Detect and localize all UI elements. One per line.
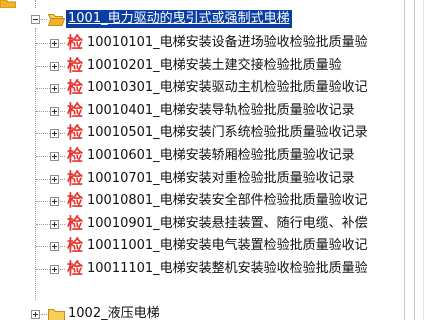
folder-icon [48, 308, 65, 320]
tree-node-label[interactable]: 10010901_电梯安装悬挂装置、随行电缆、补偿 [85, 215, 370, 233]
tree-node-label[interactable]: 10010601_电梯安装轿厢检验批质量验收记录 [85, 147, 357, 165]
tree-node-child[interactable]: 检 10010601_电梯安装轿厢检验批质量验收记录 [50, 145, 357, 167]
folder-icon [0, 0, 17, 9]
expand-toggle[interactable] [31, 309, 40, 319]
inspection-icon: 检 [66, 33, 83, 52]
tree-node-child[interactable]: 检 10011101_电梯安装整机安装验收检验批质量验 [50, 258, 370, 280]
expand-toggle[interactable] [50, 151, 59, 161]
inspection-icon: 检 [66, 214, 83, 233]
tree-node-label[interactable]: 10011101_电梯安装整机安装验收检验批质量验 [85, 260, 370, 278]
tree-node-1002[interactable]: 1002_液压电梯 [31, 303, 162, 320]
inspection-icon: 检 [66, 146, 83, 165]
inspection-icon: 检 [66, 56, 83, 75]
inspection-icon: 检 [66, 259, 83, 278]
folder-open-icon [48, 13, 65, 26]
expand-toggle[interactable] [50, 83, 59, 93]
tree-node-label[interactable]: 10010201_电梯安装土建交接检验批质量验 [85, 57, 344, 75]
expand-toggle[interactable] [50, 38, 59, 48]
inspection-icon: 检 [66, 191, 83, 210]
tree-node-label[interactable]: 10010401_电梯安装导轨检验批质量验收记录 [85, 102, 357, 120]
collapse-toggle[interactable] [31, 14, 40, 24]
tree-node-label[interactable]: 10011001_电梯安装电气装置检验批质量验收记 [85, 237, 370, 255]
tree-node-child[interactable]: 检 10010101_电梯安装设备进场验收检验批质量验 [50, 32, 370, 54]
tree-node-label[interactable]: 1001_电力驱动的曳引式或强制式电梯 [66, 10, 292, 28]
tree-view[interactable]: 1001_电力驱动的曳引式或强制式电梯 检 10010101_电梯安装设备进场验收… [0, 0, 400, 320]
expand-toggle[interactable] [50, 219, 59, 229]
expand-toggle[interactable] [50, 174, 59, 184]
tree-node-label[interactable]: 10010701_电梯安装对重检验批质量验收记录 [85, 170, 357, 188]
tree-node-child[interactable]: 检 10010801_电梯安装安全部件检验批质量验收记 [50, 190, 370, 212]
tree-node-child[interactable]: 检 10010901_电梯安装悬挂装置、随行电缆、补偿 [50, 213, 370, 235]
inspection-icon: 检 [66, 169, 83, 188]
inspection-icon: 检 [66, 123, 83, 142]
tree-node-1001[interactable]: 1001_电力驱动的曳引式或强制式电梯 [31, 8, 292, 30]
tree-node-child[interactable]: 检 10010501_电梯安装门系统检验批质量验收记录 [50, 122, 370, 144]
tree-node-label[interactable]: 10010501_电梯安装门系统检验批质量验收记录 [85, 124, 370, 142]
tree-node-child[interactable]: 检 10011001_电梯安装电气装置检验批质量验收记 [50, 235, 370, 257]
expand-toggle[interactable] [50, 264, 59, 274]
expand-toggle[interactable] [50, 61, 59, 71]
tree-node-child[interactable]: 检 10010701_电梯安装对重检验批质量验收记录 [50, 168, 357, 190]
tree-node-child[interactable]: 检 10010301_电梯安装驱动主机检验批质量验收记 [50, 77, 370, 99]
splitter[interactable] [400, 0, 428, 320]
tree-node-label[interactable]: 1002_液压电梯 [66, 305, 162, 320]
expand-toggle[interactable] [50, 128, 59, 138]
tree-node-label[interactable]: 10010801_电梯安装安全部件检验批质量验收记 [85, 192, 370, 210]
tree-node-label[interactable]: 10010101_电梯安装设备进场验收检验批质量验 [85, 34, 370, 52]
expand-toggle[interactable] [50, 196, 59, 206]
tree-node-label[interactable]: 10010301_电梯安装驱动主机检验批质量验收记 [85, 79, 370, 97]
tree-node-child[interactable]: 检 10010201_电梯安装土建交接检验批质量验 [50, 55, 344, 77]
inspection-icon: 检 [66, 78, 83, 97]
expand-toggle[interactable] [50, 241, 59, 251]
inspection-icon: 检 [66, 236, 83, 255]
tree-node-child[interactable]: 检 10010401_电梯安装导轨检验批质量验收记录 [50, 100, 357, 122]
inspection-icon: 检 [66, 101, 83, 120]
expand-toggle[interactable] [50, 106, 59, 116]
